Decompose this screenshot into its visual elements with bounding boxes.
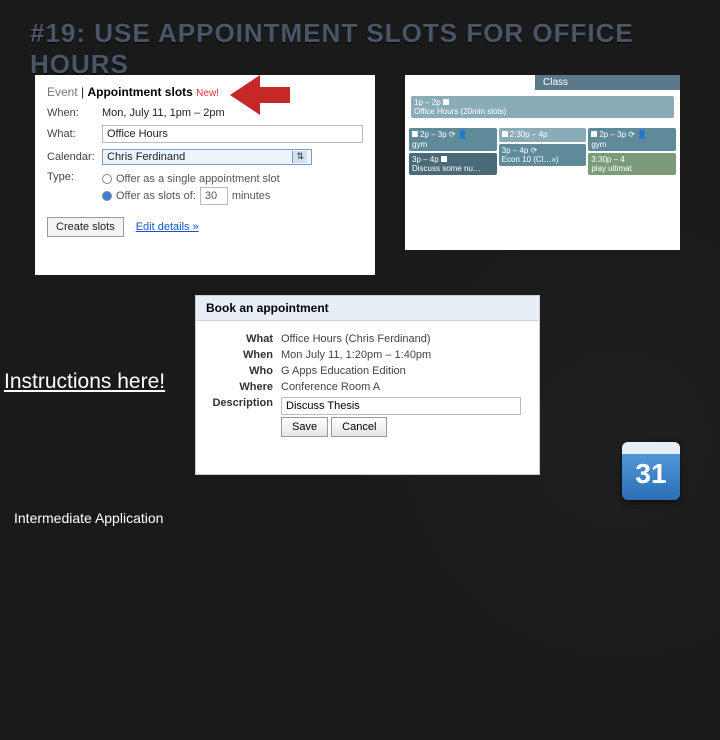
calendar-select[interactable]: Chris Ferdinand⇅ <box>102 149 312 165</box>
bk-what-label: What <box>208 333 273 345</box>
square-icon <box>502 131 508 137</box>
description-input[interactable]: Discuss Thesis <box>281 397 521 415</box>
bk-when-value: Mon July 11, 1:20pm – 1:40pm <box>281 349 431 361</box>
bk-where-value: Conference Room A <box>281 381 380 393</box>
red-arrow-icon <box>225 73 295 133</box>
calendar-view-panel: Class 1p – 2p Office Hours (20min slots)… <box>405 75 680 250</box>
square-icon <box>412 131 418 137</box>
type-single-text: Offer as a single appointment slot <box>116 173 280 185</box>
new-badge: New! <box>196 88 219 99</box>
type-slots-text: Offer as slots of: <box>116 190 196 202</box>
grid-icon <box>443 99 449 105</box>
class-header: Class <box>535 75 680 90</box>
cancel-button[interactable]: Cancel <box>331 417 387 437</box>
oh-range: 1p – 2p <box>414 98 441 107</box>
calendar-icon: 31 <box>622 442 680 500</box>
event-block[interactable]: 2p – 3p ⟳ 👤gym <box>588 128 676 150</box>
square-icon <box>591 131 597 137</box>
bk-desc-label: Description <box>208 397 273 415</box>
minutes-label: minutes <box>232 190 271 202</box>
bk-where-label: Where <box>208 381 273 393</box>
event-block[interactable]: 3p – 4p ⟳Econ 10 (Cl…») <box>499 144 587 166</box>
event-block[interactable]: 2p – 3p ⟳ 👤gym <box>409 128 497 150</box>
bk-when-label: When <box>208 349 273 361</box>
chevron-updown-icon: ⇅ <box>292 151 307 163</box>
bk-who-label: Who <box>208 365 273 377</box>
radio-slots[interactable] <box>102 191 112 201</box>
instructions-link[interactable]: Instructions here! <box>4 370 165 394</box>
slide-title: #19: USE APPOINTMENT SLOTS FOR OFFICE HO… <box>0 0 720 80</box>
create-slots-button[interactable]: Create slots <box>47 217 124 237</box>
radio-single[interactable] <box>102 174 112 184</box>
type-label: Type: <box>47 171 102 183</box>
bk-who-value: G Apps Education Edition <box>281 365 406 377</box>
oh-label: Office Hours (20min slots) <box>414 107 506 116</box>
calendar-label: Calendar: <box>47 151 102 163</box>
tab-event[interactable]: Event <box>47 85 78 99</box>
create-slots-panel: Event | Appointment slots New! When: Mon… <box>35 75 375 275</box>
save-button[interactable]: Save <box>281 417 328 437</box>
grid-icon <box>441 156 447 162</box>
calendar-icon-day: 31 <box>635 458 666 490</box>
event-block[interactable]: 3:30p – 4play ultimat <box>588 153 676 175</box>
book-appointment-panel: Book an appointment What Office Hours (Ch… <box>195 295 540 475</box>
edit-details-link[interactable]: Edit details » <box>136 221 199 233</box>
event-block[interactable]: 3p – 4p Discuss some nu… <box>409 153 497 175</box>
book-header: Book an appointment <box>196 296 539 321</box>
when-label: When: <box>47 107 102 119</box>
slot-minutes-input[interactable]: 30 <box>200 187 228 205</box>
bk-what-value: Office Hours (Chris Ferdinand) <box>281 333 431 345</box>
event-block[interactable]: 2:30p – 4p <box>499 128 587 141</box>
tab-appointment-slots[interactable]: Appointment slots <box>87 85 192 99</box>
footer-text: Intermediate Application <box>14 510 163 526</box>
what-label: What: <box>47 128 102 140</box>
